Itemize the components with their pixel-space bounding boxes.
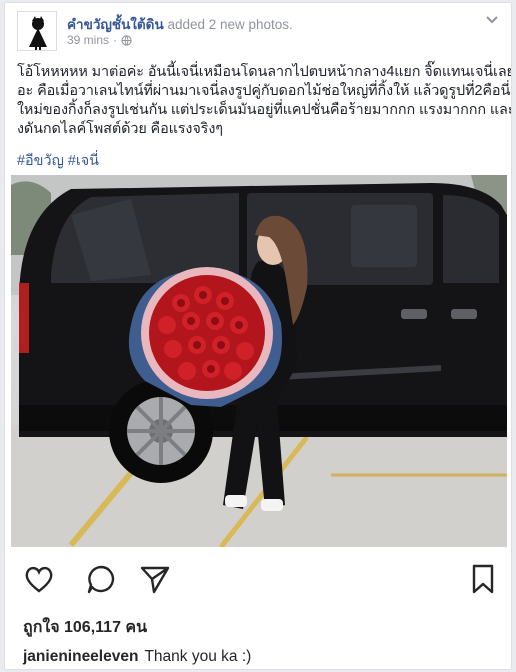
post-text-line: โอ้โหหหหห มาต่อค่ะ อันนี้เจนี่เหมือนโดนล… [17,64,512,80]
comment-icon[interactable] [85,563,117,595]
hashtag-list: #อีขวัญ #เจนี่ [17,149,99,172]
like-count[interactable]: ถูกใจ 106,117 คน [23,615,147,640]
heart-icon[interactable] [23,563,55,595]
post-text: โอ้โหหหหห มาต่อค่ะ อันนี้เจนี่เหมือนโดนล… [17,63,512,139]
author-name[interactable]: คำขวัญชั้นใต้ดิน [67,17,164,32]
post-action: added 2 new photos. [167,17,293,32]
author-avatar[interactable] [17,11,57,51]
caption-text: Thank you ka :) [144,648,252,665]
photo-action-bar [23,563,501,597]
post-meta: 39 mins · [67,33,132,47]
bookmark-icon[interactable] [467,563,499,595]
author-line: คำขวัญชั้นใต้ดิน added 2 new photos. [67,13,293,35]
post-photo[interactable] [11,175,507,547]
meta-separator: · [113,33,118,47]
photo-illustration [11,175,507,547]
facebook-post-card: คำขวัญชั้นใต้ดิน added 2 new photos. 39 … [4,2,512,670]
post-text-line: งดันกดไลค์โพสต์ด้วย คือแรงจริงๆ [17,121,223,137]
post-text-line: ใหม่ของกิ้งก็ลงรูปเช่นกัน แต่ประเด็นมันอ… [17,102,512,118]
hashtag-link[interactable]: #เจนี่ [68,149,99,172]
globe-icon[interactable] [121,34,132,46]
caption-username[interactable]: janienineeleven [23,648,138,665]
photo-caption: janienineeleven Thank you ka :) [23,648,251,666]
post-header: คำขวัญชั้นใต้ดิน added 2 new photos. 39 … [17,11,501,55]
hashtag-link[interactable]: #อีขวัญ [17,149,64,172]
post-time[interactable]: 39 mins [67,33,109,47]
chevron-down-icon[interactable] [485,15,499,25]
share-icon[interactable] [139,563,171,595]
post-text-line: อะ คือเมื่อวาเลนไทน์ที่ผ่านมาเจนี่ลงรูปค… [17,83,511,99]
